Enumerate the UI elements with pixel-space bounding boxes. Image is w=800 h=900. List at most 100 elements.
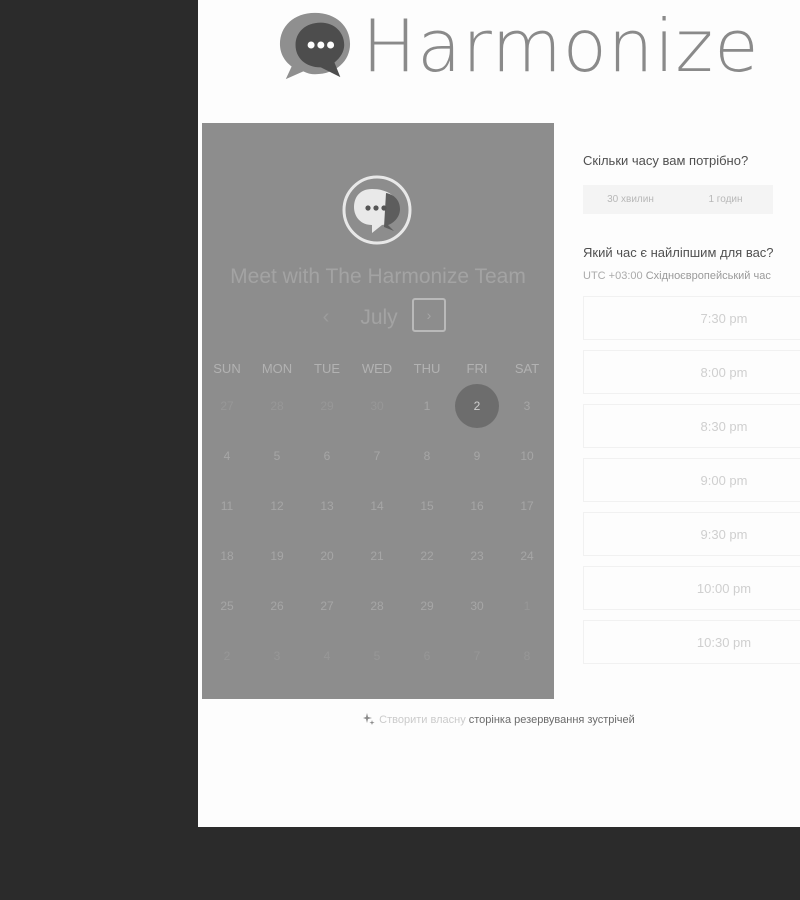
calendar-day-number: 27 — [220, 399, 234, 413]
calendar-day: 4 — [302, 631, 352, 681]
calendar-day: 8 — [502, 631, 552, 681]
calendar-day-number: 7 — [473, 649, 481, 663]
calendar-day-number: 7 — [373, 449, 381, 463]
footer-link[interactable]: сторінка резервування зустрічей — [469, 714, 635, 726]
calendar-day-number: 16 — [470, 499, 484, 513]
time-question: Який час є найліпшим для вас? — [583, 245, 774, 260]
calendar-day-number: 13 — [320, 499, 334, 513]
time-slot-label: 8:00 pm — [700, 365, 748, 380]
time-slot[interactable]: 8:00 pm — [583, 350, 800, 394]
calendar-day[interactable]: 28 — [352, 581, 402, 631]
calendar-day[interactable]: 15 — [402, 481, 452, 531]
calendar-day[interactable]: 20 — [302, 531, 352, 581]
calendar-day[interactable]: 24 — [502, 531, 552, 581]
calendar-day-number: 4 — [223, 449, 231, 463]
calendar-day: 29 — [302, 381, 352, 431]
time-slot-label: 10:00 pm — [696, 581, 752, 596]
calendar-day[interactable]: 27 — [302, 581, 352, 631]
calendar-day-number: 21 — [370, 549, 384, 563]
calendar-day: 1 — [502, 581, 552, 631]
calendar-day-number: 28 — [370, 599, 384, 613]
calendar-day[interactable]: 25 — [202, 581, 252, 631]
calendar-day[interactable]: 17 — [502, 481, 552, 531]
weekday-thu: THU — [413, 361, 441, 376]
calendar-day-number: 14 — [370, 499, 384, 513]
calendar-day[interactable]: 8 — [402, 431, 452, 481]
time-slot-label: 7:30 pm — [700, 311, 748, 326]
calendar-day[interactable]: 1 — [402, 381, 452, 431]
time-slot-label: 9:00 pm — [700, 473, 748, 488]
time-slot[interactable]: 9:00 pm — [583, 458, 800, 502]
calendar-day-number: 8 — [423, 449, 431, 463]
calendar-day[interactable]: 5 — [252, 431, 302, 481]
calendar-day-number: 6 — [323, 449, 331, 463]
calendar-day-number: 1 — [423, 399, 431, 413]
calendar-day[interactable]: 18 — [202, 531, 252, 581]
calendar-day: 7 — [452, 631, 502, 681]
calendar-day[interactable]: 19 — [252, 531, 302, 581]
calendar-day-number: 2 — [473, 399, 481, 413]
calendar-day[interactable]: 30 — [452, 581, 502, 631]
timezone-offset: UTC +03:00 — [583, 270, 643, 282]
calendar-day-number: 18 — [220, 549, 234, 563]
calendar-day: 6 — [402, 631, 452, 681]
time-slot[interactable]: 10:30 pm — [583, 620, 800, 664]
weekday-fri: FRI — [466, 361, 488, 376]
chevron-left-icon[interactable]: ‹ — [316, 306, 336, 330]
timezone-selector[interactable]: UTC +03:00 Східноєвропейський час — [583, 270, 771, 282]
calendar-day-number: 30 — [370, 399, 384, 413]
month-navigation: ‹ July › — [202, 298, 554, 338]
calendar-day-number: 30 — [470, 599, 484, 613]
calendar-day[interactable]: 3 — [502, 381, 552, 431]
calendar-day-number: 1 — [523, 599, 531, 613]
calendar-day-number: 28 — [270, 399, 284, 413]
calendar-day[interactable]: 9 — [452, 431, 502, 481]
calendar-day-number: 27 — [320, 599, 334, 613]
calendar-day[interactable]: 26 — [252, 581, 302, 631]
chevron-right-icon[interactable]: › — [412, 298, 446, 332]
calendar-day-number: 2 — [223, 649, 231, 663]
calendar-day-number: 5 — [373, 649, 381, 663]
calendar-day-number: 8 — [523, 649, 531, 663]
timezone-name: Східноєвропейський час — [645, 270, 771, 282]
duration-option-1hour[interactable]: 1 годин — [678, 185, 773, 214]
time-slot[interactable]: 9:30 pm — [583, 512, 800, 556]
calendar-day: 5 — [352, 631, 402, 681]
weekday-wed: WED — [361, 361, 393, 376]
time-slot[interactable]: 8:30 pm — [583, 404, 800, 448]
weekday-tue: TUE — [314, 361, 340, 376]
weekday-sat: SAT — [514, 361, 540, 376]
calendar-day[interactable]: 4 — [202, 431, 252, 481]
time-slot[interactable]: 10:00 pm — [583, 566, 800, 610]
footer-promo[interactable]: Створити власну сторінка резервування зу… — [198, 700, 800, 742]
calendar-day-number: 20 — [320, 549, 334, 563]
time-slot[interactable]: 7:30 pm — [583, 296, 800, 340]
calendar-day-number: 5 — [273, 449, 281, 463]
calendar-day: 27 — [202, 381, 252, 431]
calendar-day-selected[interactable]: 2 — [452, 381, 502, 431]
calendar-day: 30 — [352, 381, 402, 431]
calendar-day-number: 19 — [270, 549, 284, 563]
calendar-day[interactable]: 29 — [402, 581, 452, 631]
duration-option-30min[interactable]: 30 хвилин — [583, 185, 678, 214]
calendar-day: 2 — [202, 631, 252, 681]
calendar-day[interactable]: 13 — [302, 481, 352, 531]
brand-name: Harmonize — [362, 4, 760, 88]
calendar-day[interactable]: 10 — [502, 431, 552, 481]
time-slot-label: 9:30 pm — [700, 527, 748, 542]
calendar-day[interactable]: 23 — [452, 531, 502, 581]
calendar-day[interactable]: 16 — [452, 481, 502, 531]
booking-options: Скільки часу вам потрібно? 30 хвилин 1 г… — [554, 123, 800, 699]
time-slot-label: 8:30 pm — [700, 419, 748, 434]
calendar-day[interactable]: 14 — [352, 481, 402, 531]
calendar-day[interactable]: 6 — [302, 431, 352, 481]
duration-selector: 30 хвилин 1 годин — [583, 185, 773, 214]
calendar-day-number: 29 — [320, 399, 334, 413]
calendar-day[interactable]: 21 — [352, 531, 402, 581]
calendar-day[interactable]: 12 — [252, 481, 302, 531]
calendar-day[interactable]: 11 — [202, 481, 252, 531]
calendar-day[interactable]: 22 — [402, 531, 452, 581]
host-title: Meet with The Harmonize Team — [230, 265, 526, 288]
calendar-day-number: 10 — [520, 449, 534, 463]
calendar-day[interactable]: 7 — [352, 431, 402, 481]
